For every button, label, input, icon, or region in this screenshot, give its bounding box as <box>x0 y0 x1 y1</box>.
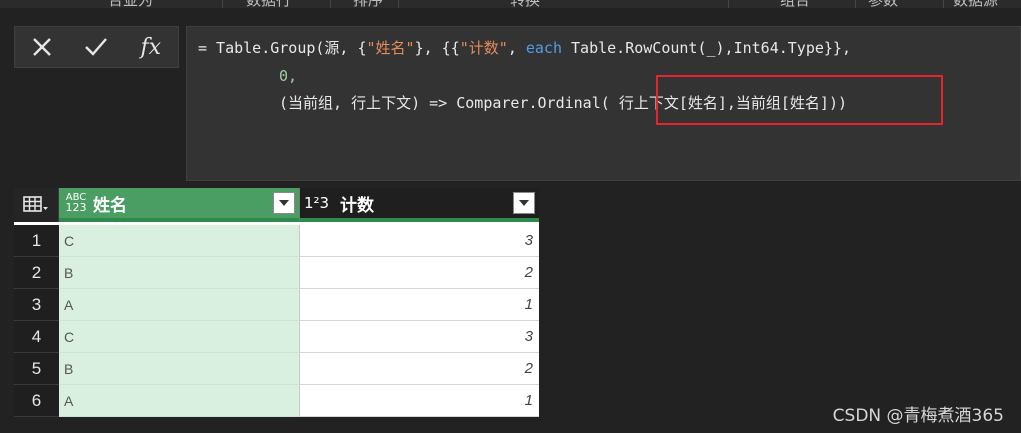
ribbon-tab[interactable]: 组合 <box>780 0 810 8</box>
row-index[interactable]: 2 <box>14 257 59 289</box>
table-row[interactable]: 6 A 1 <box>14 385 539 417</box>
cell-name[interactable]: A <box>59 385 299 417</box>
cell-name[interactable]: C <box>59 321 299 353</box>
any-type-icon[interactable]: ABC 123 <box>63 193 89 214</box>
formula-editor[interactable]: = Table.Group(源, {"姓名"}, {{"计数", each Ta… <box>186 26 1021 181</box>
formula-line-2: 0, <box>279 67 298 85</box>
cell-name[interactable]: B <box>59 353 299 385</box>
ribbon-tab[interactable]: 数据源 <box>953 0 998 8</box>
table-row[interactable]: 5 B 2 <box>14 353 539 385</box>
cell-count[interactable]: 2 <box>299 353 539 385</box>
cell-count[interactable]: 3 <box>299 321 539 353</box>
data-preview-table: ABC 123 姓名 1²3 计数 1 C 3 2 B 2 3 A 1 4 C … <box>14 188 539 417</box>
table-row[interactable]: 3 A 1 <box>14 289 539 321</box>
ribbon-separator <box>398 0 399 8</box>
cell-count[interactable]: 1 <box>299 385 539 417</box>
confirm-formula-button[interactable] <box>69 27 123 67</box>
row-index[interactable]: 3 <box>14 289 59 321</box>
formula-line-1: = Table.Group(源, {"姓名"}, {{"计数", each Ta… <box>198 39 851 57</box>
row-index[interactable]: 6 <box>14 385 59 417</box>
cell-count[interactable]: 3 <box>299 225 539 257</box>
column-filter-button[interactable] <box>513 192 535 214</box>
chevron-down-icon <box>519 200 529 206</box>
ribbon-separator <box>943 0 944 8</box>
check-icon <box>85 38 108 56</box>
column-filter-button[interactable] <box>273 192 295 214</box>
cell-count[interactable]: 1 <box>299 289 539 321</box>
ribbon-tab[interactable]: 参数 <box>868 0 898 8</box>
ribbon-strip: 合並为 数据行 排序 转换 组合 参数 数据源 <box>0 0 1021 8</box>
column-header-count[interactable]: 1²3 计数 <box>299 188 539 222</box>
cell-name[interactable]: B <box>59 257 299 289</box>
chevron-down-icon <box>279 200 289 206</box>
cell-count[interactable]: 2 <box>299 257 539 289</box>
ribbon-tab[interactable]: 转换 <box>510 0 540 8</box>
annotation-highlight-box <box>656 75 943 125</box>
watermark: CSDN @青梅煮酒365 <box>832 406 1004 426</box>
ribbon-tab[interactable]: 排序 <box>353 0 383 8</box>
insert-function-button[interactable]: fx <box>124 27 178 67</box>
ribbon-separator <box>222 0 223 8</box>
table-row[interactable]: 2 B 2 <box>14 257 539 289</box>
table-menu-button[interactable] <box>14 188 59 222</box>
ribbon-tab[interactable]: 合並为 <box>108 0 153 8</box>
column-title: 计数 <box>340 195 374 216</box>
integer-type-icon[interactable]: 1²3 <box>304 194 336 212</box>
row-index[interactable]: 4 <box>14 321 59 353</box>
cancel-formula-button[interactable] <box>15 27 69 67</box>
cell-name[interactable]: C <box>59 225 299 257</box>
row-index[interactable]: 5 <box>14 353 59 385</box>
table-row[interactable]: 1 C 3 <box>14 225 539 257</box>
table-grid-icon <box>23 196 48 212</box>
ribbon-tab[interactable]: 数据行 <box>246 0 291 8</box>
ribbon-separator <box>855 0 856 8</box>
ribbon-separator <box>728 0 729 8</box>
formula-bar-buttons: fx <box>14 26 179 68</box>
column-header-name[interactable]: ABC 123 姓名 <box>59 188 299 222</box>
cell-name[interactable]: A <box>59 289 299 321</box>
fx-icon: fx <box>140 34 162 60</box>
close-icon <box>33 38 52 56</box>
ribbon-separator <box>330 0 331 8</box>
column-title: 姓名 <box>93 195 127 216</box>
row-index[interactable]: 1 <box>14 225 59 257</box>
table-row[interactable]: 4 C 3 <box>14 321 539 353</box>
